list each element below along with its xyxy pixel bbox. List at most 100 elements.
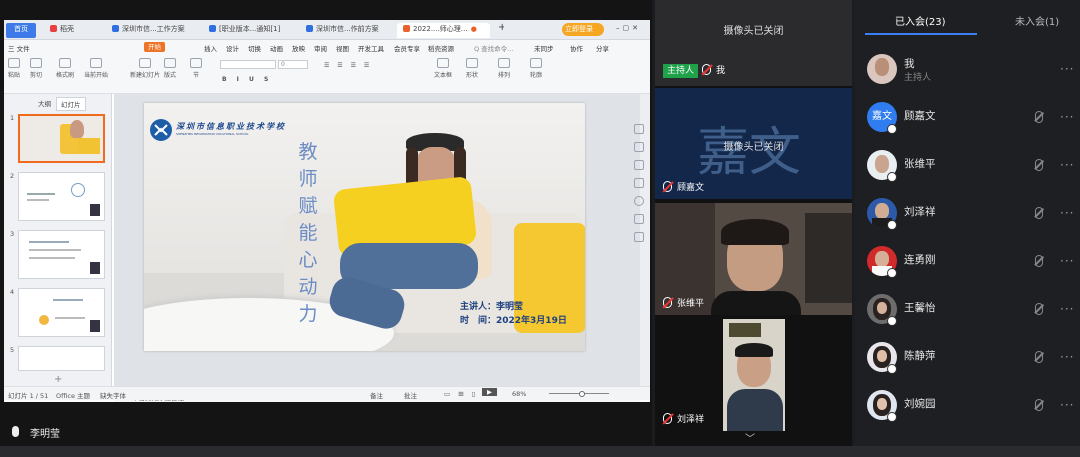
- participant-row[interactable]: 陈静萍 ···: [855, 334, 1080, 382]
- login-button[interactable]: 立即登录: [562, 23, 604, 36]
- slide-thumb-3[interactable]: 3: [4, 228, 112, 282]
- font-size-select[interactable]: 0: [278, 60, 308, 69]
- settings-icon[interactable]: [634, 214, 644, 224]
- tab-slides[interactable]: 幻灯片: [56, 97, 86, 111]
- more-options-icon[interactable]: ···: [1060, 302, 1074, 316]
- more-options-icon[interactable]: ···: [1060, 206, 1074, 220]
- video-tile-liuzexiang[interactable]: 刘泽祥: [655, 319, 852, 431]
- more-options-icon[interactable]: ···: [1060, 110, 1074, 124]
- shared-screen: 首页 稻壳 深圳市信...工作方案 [职业版本...通知[1] 深圳市信...作…: [0, 0, 652, 420]
- menu-unsync[interactable]: 未同步: [534, 43, 554, 53]
- more-options-icon[interactable]: ···: [1060, 158, 1074, 172]
- comments-toggle-button[interactable]: 批注: [404, 390, 417, 400]
- outline-button[interactable]: 轮廓: [530, 58, 542, 79]
- play-slideshow-button[interactable]: ▶: [482, 388, 497, 396]
- location-icon[interactable]: [634, 232, 644, 242]
- add-slide-icon[interactable]: +: [54, 374, 62, 385]
- menu-collab[interactable]: 协作: [570, 43, 583, 53]
- mic-muted-icon[interactable]: [1035, 351, 1043, 363]
- play-current-button[interactable]: 当前开始: [84, 58, 108, 79]
- menu-view[interactable]: 视图: [336, 43, 349, 53]
- format-painter-button[interactable]: 格式刷: [56, 58, 74, 79]
- participant-row[interactable]: 嘉文 顾嘉文 ···: [855, 94, 1080, 142]
- speaker-line: 主讲人：李明莹: [460, 302, 524, 312]
- textbox-button[interactable]: 文本框: [434, 58, 452, 79]
- paste-button[interactable]: 粘贴: [8, 58, 20, 79]
- video-tile-self[interactable]: 摄像头已关闭 主持人 我: [655, 0, 852, 86]
- arrange-button[interactable]: 排列: [498, 58, 510, 79]
- tab-doc-3[interactable]: 深圳市信...作前方案: [300, 23, 395, 38]
- tab-outline[interactable]: 大纲: [34, 97, 55, 109]
- mic-muted-icon[interactable]: [1035, 303, 1043, 315]
- shape-button[interactable]: 形状: [466, 58, 478, 79]
- zoom-dropdown[interactable]: 68%: [512, 390, 526, 398]
- video-column: 摄像头已关闭 主持人 我 嘉文 摄像头已关闭 顾嘉文 张维平 刘泽祥 ﹀: [655, 0, 852, 446]
- menu-start[interactable]: 开始: [144, 42, 165, 52]
- zoom-slider-thumb[interactable]: [579, 391, 585, 397]
- menu-file[interactable]: 三 文件: [8, 43, 30, 53]
- section-button[interactable]: 节: [190, 58, 202, 79]
- help-icon[interactable]: [634, 196, 644, 206]
- tab-doc-1[interactable]: 深圳市信...工作方案: [106, 23, 201, 38]
- mic-muted-icon[interactable]: [1035, 255, 1043, 267]
- current-slide[interactable]: 深圳市信息职业技术学校 SHENZHEN INFORMATION VOCATIO…: [144, 103, 585, 351]
- tab-ppt-active[interactable]: 2022....师心理… ●: [397, 23, 490, 38]
- shape-tool-icon[interactable]: [634, 142, 644, 152]
- font-name-select[interactable]: [220, 60, 276, 69]
- menu-share[interactable]: 分享: [596, 43, 609, 53]
- mic-muted-icon[interactable]: [1035, 159, 1043, 171]
- more-options-icon[interactable]: ···: [1060, 62, 1074, 76]
- host-badge: 主持人: [663, 64, 699, 78]
- pin-icon[interactable]: [634, 160, 644, 170]
- layout-button[interactable]: 版式: [164, 58, 176, 79]
- menu-member[interactable]: 会员专享: [394, 43, 420, 53]
- participant-row[interactable]: 王馨怡 ···: [855, 286, 1080, 334]
- menu-review[interactable]: 审阅: [314, 43, 327, 53]
- more-options-icon[interactable]: ···: [1060, 254, 1074, 268]
- mic-muted-icon: [663, 413, 672, 424]
- participant-name: 刘婉园: [904, 398, 936, 410]
- slide-thumb-1[interactable]: 1: [4, 112, 112, 166]
- tab-home[interactable]: 首页: [6, 23, 36, 38]
- cut-button[interactable]: 剪切: [30, 58, 42, 79]
- missing-font-button[interactable]: 缺失字体: [100, 390, 126, 400]
- video-tile-zhangweiping[interactable]: 张维平: [655, 203, 852, 315]
- mic-muted-icon[interactable]: [1035, 399, 1043, 411]
- slide-thumb-4[interactable]: 4: [4, 286, 112, 340]
- menu-resources[interactable]: 稻壳资源: [428, 43, 454, 53]
- participant-row[interactable]: 我 主持人 ···: [855, 46, 1080, 94]
- slide-thumb-2[interactable]: 2: [4, 170, 112, 224]
- window-controls[interactable]: –▢✕: [610, 23, 648, 38]
- tab-not-joined[interactable]: 未入会(1): [1015, 13, 1059, 28]
- more-options-icon[interactable]: ···: [1060, 350, 1074, 364]
- tab-joined[interactable]: 已入会(23): [895, 13, 946, 28]
- menu-insert[interactable]: 插入: [204, 43, 217, 53]
- participant-row[interactable]: 连勇刚 ···: [855, 238, 1080, 286]
- new-slide-button[interactable]: 新建幻灯片: [130, 58, 160, 79]
- menu-design[interactable]: 设计: [226, 43, 239, 53]
- scroll-down-chevron-icon[interactable]: ﹀: [745, 430, 755, 445]
- participant-row[interactable]: 张维平 ···: [855, 142, 1080, 190]
- text-format-buttons[interactable]: B I U S: [222, 76, 272, 83]
- menu-search[interactable]: Q 查找命令...: [474, 43, 513, 53]
- view-mode-buttons[interactable]: ▭ ⊞ ▯: [444, 390, 478, 398]
- tab-daoke[interactable]: 稻壳: [44, 23, 104, 38]
- menu-transition[interactable]: 切换: [248, 43, 261, 53]
- mic-muted-icon[interactable]: [1035, 111, 1043, 123]
- notes-toggle-button[interactable]: 备注: [370, 390, 383, 400]
- menu-animation[interactable]: 动画: [270, 43, 283, 53]
- daoke-icon: [50, 25, 57, 32]
- select-icon[interactable]: [634, 124, 644, 134]
- menu-developer[interactable]: 开发工具: [358, 43, 384, 53]
- active-speaker-bar: 李明莹: [0, 420, 652, 446]
- participant-row[interactable]: 刘婉园 ···: [855, 382, 1080, 430]
- new-tab-button[interactable]: +: [492, 21, 504, 36]
- participant-row[interactable]: 刘泽祥 ···: [855, 190, 1080, 238]
- mic-muted-icon[interactable]: [1035, 207, 1043, 219]
- more-options-icon[interactable]: ···: [1060, 398, 1074, 412]
- video-tile-gujiawen[interactable]: 嘉文 摄像头已关闭 顾嘉文: [655, 88, 852, 199]
- menu-slideshow[interactable]: 放映: [292, 43, 305, 53]
- animation-icon[interactable]: [634, 178, 644, 188]
- tab-doc-2[interactable]: [职业版本...通知[1]: [203, 23, 298, 38]
- paragraph-buttons[interactable]: ☰ ☰ ☰ ☰: [324, 62, 372, 69]
